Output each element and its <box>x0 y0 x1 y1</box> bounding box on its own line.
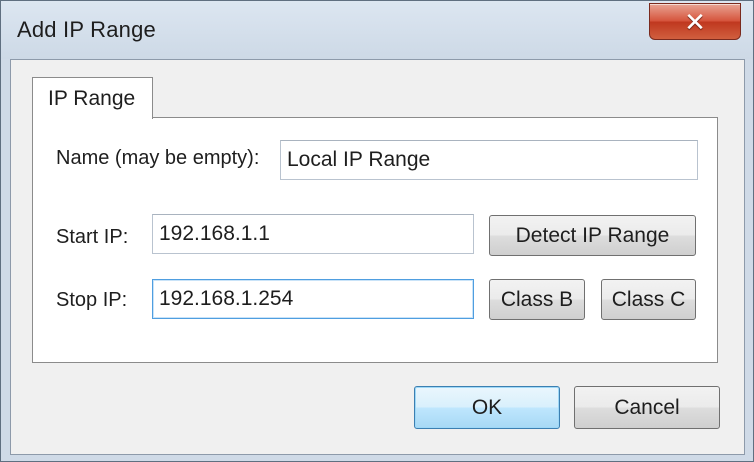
start-ip-input[interactable] <box>152 214 474 254</box>
tab-ip-range-label: IP Range <box>48 87 136 110</box>
name-label: Name (may be empty): <box>56 147 260 169</box>
title-bar[interactable]: Add IP Range <box>1 1 753 59</box>
start-ip-label: Start IP: <box>56 226 129 248</box>
detect-ip-range-button[interactable]: Detect IP Range <box>489 215 696 256</box>
stop-ip-input[interactable] <box>152 279 474 319</box>
ok-button[interactable]: OK <box>414 386 560 429</box>
window-title: Add IP Range <box>17 17 156 42</box>
close-icon: ✕ <box>684 6 706 37</box>
cancel-button[interactable]: Cancel <box>574 386 720 429</box>
name-input[interactable] <box>280 140 698 180</box>
close-button[interactable]: ✕ <box>649 3 741 40</box>
class-c-button[interactable]: Class C <box>601 279 696 320</box>
tab-ip-range[interactable]: IP Range <box>32 77 153 119</box>
class-b-button[interactable]: Class B <box>489 279 585 320</box>
stop-ip-label: Stop IP: <box>56 289 128 311</box>
